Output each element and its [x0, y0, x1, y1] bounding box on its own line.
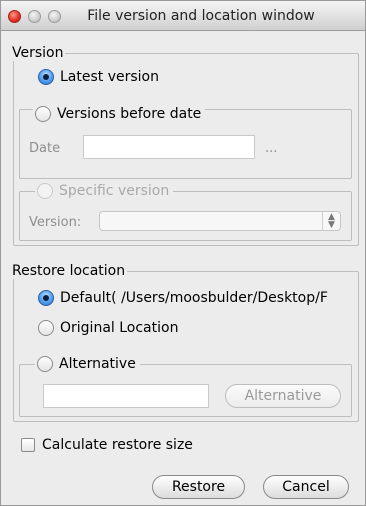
select-arrows-icon: ▲ ▼ [322, 212, 340, 230]
version-label: Version: [29, 215, 82, 230]
calculate-restore-size-label: Calculate restore size [42, 437, 193, 453]
versions-before-date-radio[interactable] [35, 106, 51, 122]
calculate-restore-size-option[interactable]: Calculate restore size [21, 437, 193, 453]
alternative-path-input[interactable] [43, 384, 209, 408]
original-location-label: Original Location [60, 320, 179, 336]
specific-version-option[interactable]: Specific version [35, 183, 174, 199]
specific-version-label: Specific version [59, 183, 170, 199]
title-bar[interactable]: File version and location window [1, 1, 365, 31]
latest-version-option[interactable]: Latest version [38, 69, 159, 85]
alternative-button[interactable]: Alternative [225, 384, 341, 408]
versions-before-date-label: Versions before date [57, 106, 202, 122]
default-location-radio[interactable] [38, 290, 54, 306]
alternative-radio[interactable] [37, 356, 53, 372]
alternative-label: Alternative [59, 356, 136, 372]
version-select[interactable]: ▲ ▼ [99, 211, 341, 231]
date-browse-button[interactable]: ... [265, 141, 277, 156]
window-title: File version and location window [87, 8, 315, 24]
specific-version-radio[interactable] [37, 183, 53, 199]
calculate-restore-size-checkbox[interactable] [21, 438, 35, 452]
restore-location-legend: Restore location [12, 263, 126, 279]
cancel-button[interactable]: Cancel [263, 475, 349, 499]
versions-before-date-option[interactable]: Versions before date [33, 106, 206, 122]
default-location-option[interactable]: Default( /Users/moosbulder/Desktop/F [38, 290, 328, 306]
alternative-option[interactable]: Alternative [35, 356, 140, 372]
file-version-location-window: File version and location window Version… [0, 0, 366, 506]
restore-button[interactable]: Restore [152, 475, 245, 499]
latest-version-radio[interactable] [38, 69, 54, 85]
date-label: Date [29, 141, 61, 156]
version-legend: Version [12, 45, 64, 61]
original-location-radio[interactable] [38, 320, 54, 336]
latest-version-label: Latest version [60, 69, 159, 85]
default-location-label: Default( /Users/moosbulder/Desktop/F [60, 290, 328, 306]
original-location-option[interactable]: Original Location [38, 320, 178, 336]
date-input[interactable] [83, 135, 255, 159]
